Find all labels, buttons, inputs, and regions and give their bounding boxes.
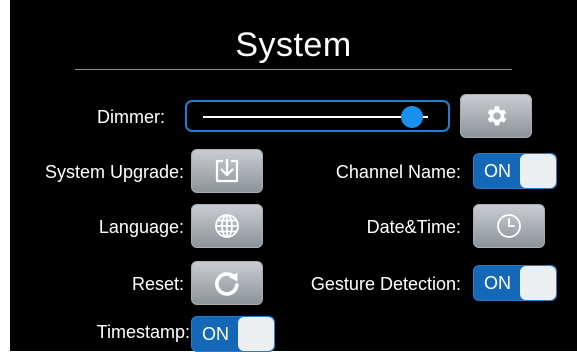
dimmer-fill	[203, 116, 413, 118]
timestamp-label: Timestamp:	[96, 322, 190, 342]
dimmer-track	[203, 116, 428, 118]
timestamp-toggle-state: ON	[202, 324, 229, 344]
dimmer-slider[interactable]	[185, 100, 450, 132]
gesture-detection-toggle[interactable]: ON	[473, 265, 557, 301]
gesture-detection-toggle-state: ON	[484, 273, 511, 293]
system-upgrade-label: System Upgrade:	[44, 162, 184, 182]
toggle-knob	[520, 266, 556, 300]
language-label: Language:	[98, 217, 184, 237]
toggle-knob	[520, 154, 556, 188]
title-divider	[75, 69, 512, 70]
channel-name-toggle[interactable]: ON	[473, 153, 557, 189]
timestamp-toggle[interactable]: ON	[191, 316, 275, 352]
gesture-detection-label: Gesture Detection:	[310, 274, 461, 294]
dimmer-thumb[interactable]	[401, 106, 424, 128]
language-button[interactable]	[191, 204, 263, 248]
channel-name-label: Channel Name:	[335, 162, 461, 182]
clock-icon	[494, 211, 524, 241]
toggle-knob	[238, 317, 274, 351]
date-time-label: Date&Time:	[366, 217, 461, 237]
system-upgrade-button[interactable]	[191, 149, 263, 193]
page-title: System	[235, 26, 352, 64]
refresh-icon	[212, 268, 242, 298]
globe-icon	[212, 211, 242, 241]
reset-button[interactable]	[191, 261, 263, 305]
system-screen: System Dimmer: System Upgrade: Channel N…	[10, 0, 577, 352]
gear-icon	[483, 103, 509, 129]
download-icon	[212, 156, 242, 186]
dimmer-settings-button[interactable]	[460, 94, 532, 138]
reset-label: Reset:	[131, 274, 184, 294]
date-time-button[interactable]	[473, 204, 545, 248]
dimmer-label: Dimmer:	[97, 107, 165, 127]
channel-name-toggle-state: ON	[484, 161, 511, 181]
